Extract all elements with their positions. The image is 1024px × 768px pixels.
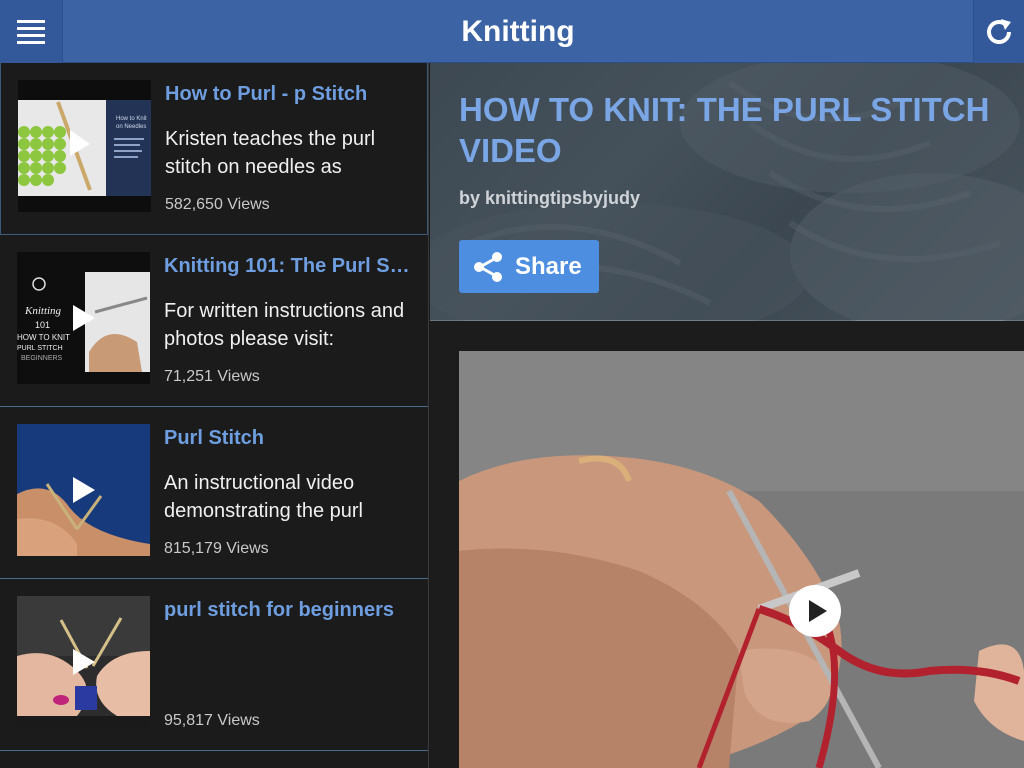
play-icon [72, 649, 95, 675]
video-views: 71,251 Views [164, 368, 260, 385]
video-title[interactable]: purl stitch for beginners [164, 599, 414, 622]
video-list-item[interactable]: How to Knit on Needles How to Purl - p S… [0, 63, 428, 235]
app-header: Knitting [0, 0, 1024, 63]
refresh-button[interactable] [973, 0, 1024, 63]
play-icon [72, 477, 95, 503]
share-button[interactable]: Share [459, 240, 599, 293]
video-description: For written instructions and photos plea… [164, 300, 405, 350]
share-label: Share [515, 252, 582, 280]
thumb-text: Knitting [24, 305, 62, 317]
video-author: by knittingtipsbyjudy [459, 188, 641, 208]
video-thumbnail: How to Knit on Needles [18, 80, 151, 212]
menu-icon [17, 19, 45, 44]
video-description [164, 641, 414, 697]
video-description: Kristen teaches the purl stitch on needl… [165, 128, 376, 178]
app-title: Knitting [461, 15, 575, 48]
video-thumbnail: Knitting 101 HOW TO KNIT PURL STITCH BEG… [17, 252, 150, 384]
video-views: 582,650 Views [165, 196, 270, 213]
play-icon [72, 305, 95, 331]
video-list-item[interactable]: Knitting 101 HOW TO KNIT PURL STITCH BEG… [0, 235, 428, 407]
thumb-text: 101 [35, 320, 50, 330]
video-list: How to Knit on Needles How to Purl - p S… [0, 63, 429, 768]
video-views: 815,179 Views [164, 540, 269, 557]
video-frame-image [459, 351, 1024, 768]
video-title[interactable]: How to Purl - p Stitch [165, 83, 415, 106]
video-detail: HOW TO KNIT: THE PURL STITCH VIDEO by kn… [430, 63, 1024, 768]
video-title[interactable]: Knitting 101: The Purl Stitch [164, 255, 414, 278]
play-button-icon[interactable] [787, 583, 843, 639]
menu-button[interactable] [0, 0, 63, 63]
detail-header: HOW TO KNIT: THE PURL STITCH VIDEO by kn… [430, 63, 1024, 321]
video-list-item[interactable]: purl stitch for beginners 95,817 Views [0, 579, 428, 751]
thumb-text: on Needles [116, 124, 146, 130]
thumb-text: BEGINNERS [21, 355, 63, 362]
video-thumbnail [17, 424, 150, 556]
thumb-text: How to Knit [116, 116, 147, 122]
thumb-text: HOW TO KNIT [17, 333, 70, 342]
video-title[interactable]: Purl Stitch [164, 427, 414, 450]
video-list-item[interactable]: Purl Stitch An instructional video demon… [0, 407, 428, 579]
video-player[interactable] [459, 351, 1024, 768]
video-views: 95,817 Views [164, 712, 260, 729]
video-detail-title: HOW TO KNIT: THE PURL STITCH VIDEO [459, 91, 990, 169]
video-description: An instructional video demonstrating the… [164, 472, 364, 522]
share-icon [474, 251, 502, 282]
video-thumbnail [17, 596, 150, 728]
refresh-icon [987, 18, 1011, 44]
thumb-text: PURL STITCH [17, 345, 63, 352]
